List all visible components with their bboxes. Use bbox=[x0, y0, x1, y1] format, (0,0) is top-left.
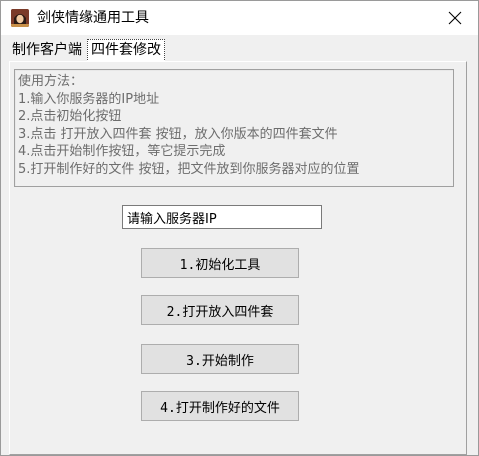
instruction-step-3: 3.点击 打开放入四件套 按钮，放入你版本的四件套文件 bbox=[18, 126, 338, 142]
init-tool-button[interactable]: 1.初始化工具 bbox=[141, 248, 299, 278]
app-window: 剑侠情缘通用工具 制作客户端 四件套修改 使用方法： 1.输入你服务器的IP地址… bbox=[0, 0, 479, 456]
title-bar[interactable]: 剑侠情缘通用工具 bbox=[1, 1, 478, 35]
open-four-set-button[interactable]: 2.打开放入四件套 bbox=[141, 295, 299, 325]
tab-four-set-modify[interactable]: 四件套修改 bbox=[87, 39, 165, 62]
start-make-button[interactable]: 3.开始制作 bbox=[141, 344, 299, 374]
instruction-step-1: 1.输入你服务器的IP地址 bbox=[18, 91, 160, 107]
tab-strip: 制作客户端 四件套修改 bbox=[9, 39, 167, 62]
window-title: 剑侠情缘通用工具 bbox=[37, 10, 149, 26]
server-ip-input[interactable] bbox=[122, 205, 322, 229]
instruction-step-4: 4.点击开始制作按钮，等它提示完成 bbox=[18, 144, 226, 159]
game-character-icon bbox=[11, 9, 29, 27]
instruction-step-5: 5.打开制作好的文件 按钮，把文件放到你服务器对应的位置 bbox=[18, 161, 360, 177]
open-output-file-button[interactable]: 4.打开制作好的文件 bbox=[141, 391, 299, 421]
instructions-box: 使用方法： 1.输入你服务器的IP地址 2.点击初始化按钮 3.点击 打开放入四… bbox=[14, 69, 454, 187]
instructions-heading: 使用方法： bbox=[18, 74, 84, 89]
tab-panel-four-set: 使用方法： 1.输入你服务器的IP地址 2.点击初始化按钮 3.点击 打开放入四… bbox=[9, 61, 467, 455]
close-button[interactable] bbox=[432, 1, 478, 35]
tab-make-client[interactable]: 制作客户端 bbox=[9, 40, 85, 62]
close-icon bbox=[448, 11, 462, 25]
instruction-step-2: 2.点击初始化按钮 bbox=[18, 109, 122, 124]
